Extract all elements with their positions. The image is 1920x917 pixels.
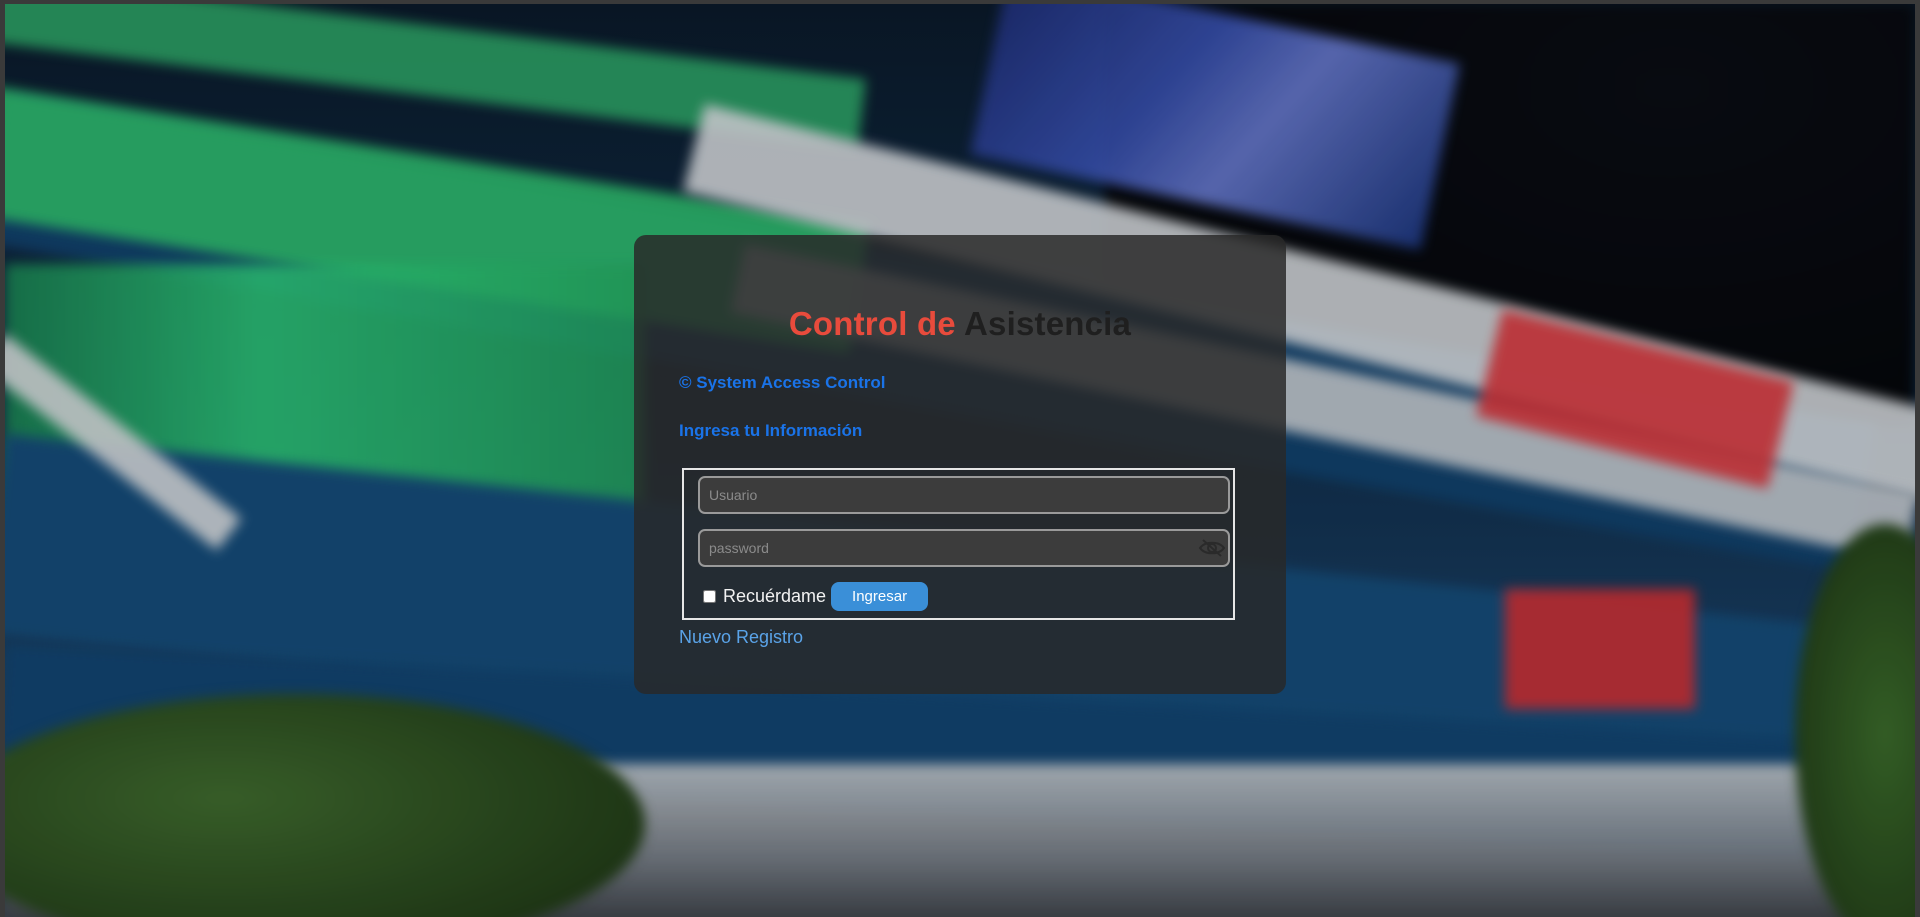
page-title: Control de Asistencia bbox=[634, 305, 1286, 343]
title-part-dark: Asistencia bbox=[964, 305, 1132, 342]
remember-checkbox[interactable] bbox=[703, 590, 716, 603]
login-form: Recuérdame Ingresar bbox=[682, 468, 1235, 620]
eye-slash-icon[interactable] bbox=[1198, 538, 1226, 558]
form-subtitle: Ingresa tu Información bbox=[679, 421, 863, 440]
login-card: Control de Asistencia © System Access Co… bbox=[634, 235, 1286, 694]
browser-frame: Control de Asistencia © System Access Co… bbox=[0, 0, 1920, 917]
login-button[interactable]: Ingresar bbox=[831, 582, 929, 611]
remember-label: Recuérdame bbox=[723, 586, 827, 606]
remember-row: Recuérdame Ingresar bbox=[701, 582, 929, 611]
password-input[interactable] bbox=[698, 529, 1230, 567]
title-part-red: Control de bbox=[788, 305, 956, 342]
username-input[interactable] bbox=[698, 476, 1230, 514]
new-registration-link[interactable]: Nuevo Registro bbox=[679, 627, 803, 648]
brand-text: © System Access Control bbox=[679, 373, 886, 392]
